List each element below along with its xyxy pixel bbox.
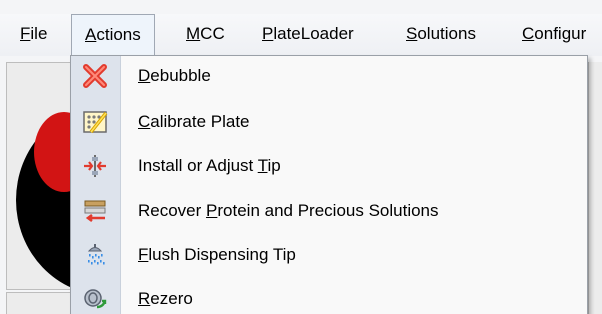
menu-mcc-mnemonic: M — [186, 24, 201, 43]
menu-item-calibrate-plate[interactable]: Calibrate Plate — [71, 103, 587, 141]
menu-file-label: ile — [30, 24, 48, 43]
menu-file[interactable]: File — [20, 14, 47, 54]
label-pre: Install or Adjust — [138, 156, 258, 175]
menu-file-mnemonic: F — [20, 24, 31, 43]
label-post: ebubble — [150, 66, 211, 85]
menu-plateloader[interactable]: PlateLoader — [262, 14, 354, 54]
menu-item-rezero[interactable]: Rezero — [71, 280, 587, 314]
menu-mcc[interactable]: MCC — [186, 14, 225, 54]
label-post: lush Dispensing Tip — [148, 245, 296, 264]
menu-solutions[interactable]: Solutions — [406, 14, 476, 54]
menu-item-calibrate-plate-label: Calibrate Plate — [138, 103, 250, 141]
label-mnemonic: C — [138, 112, 151, 131]
actions-dropdown-menu: Debubble Calibrate Plate Install or Adju… — [70, 55, 588, 314]
menu-item-install-adjust-tip-label: Install or Adjust Tip — [138, 147, 281, 185]
right-panel — [588, 62, 602, 314]
menu-item-debubble-label: Debubble — [138, 57, 211, 95]
menu-item-recover-protein-label: Recover Protein and Precious Solutions — [138, 192, 439, 230]
label-post: ezero — [150, 289, 193, 308]
menu-plateloader-label: lateLoader — [273, 24, 354, 43]
menu-actions-mnemonic: A — [85, 25, 97, 44]
menu-item-flush-dispensing-tip[interactable]: Flush Dispensing Tip — [71, 236, 587, 274]
menu-plateloader-mnemonic: P — [262, 24, 274, 43]
rezero-icon — [81, 285, 109, 313]
left-panel-lower — [6, 292, 76, 314]
adjust-arrows-icon — [81, 152, 109, 180]
label-post: ip — [267, 156, 281, 175]
red-x-icon — [81, 62, 109, 90]
menu-configure-label: onfigur — [534, 24, 587, 43]
menu-mcc-label: CC — [200, 24, 225, 43]
menu-item-debubble[interactable]: Debubble — [71, 57, 587, 95]
menu-item-rezero-label: Rezero — [138, 280, 193, 314]
menu-bar: File Actions MCC PlateLoader Solutions C… — [0, 14, 602, 56]
label-mnemonic: P — [206, 201, 218, 220]
shower-icon — [81, 241, 109, 269]
menu-item-recover-protein[interactable]: Recover Protein and Precious Solutions — [71, 192, 587, 230]
app-window: File Actions MCC PlateLoader Solutions C… — [0, 0, 602, 314]
label-post: rotein and Precious Solutions — [217, 201, 439, 220]
label-pre: Recover — [138, 201, 207, 220]
menu-item-flush-dispensing-tip-label: Flush Dispensing Tip — [138, 236, 296, 274]
menu-solutions-label: olutions — [417, 24, 476, 43]
label-post: alibrate Plate — [150, 112, 250, 131]
menu-actions-label: ctions — [96, 25, 141, 44]
label-mnemonic: T — [257, 156, 268, 175]
menu-solutions-mnemonic: S — [406, 24, 418, 43]
menu-configure-mnemonic: C — [522, 24, 535, 43]
menu-actions[interactable]: Actions — [71, 14, 155, 56]
label-mnemonic: F — [138, 245, 149, 264]
label-mnemonic: R — [138, 289, 151, 308]
menu-configure[interactable]: Configur — [522, 14, 586, 54]
calibrate-grid-icon — [81, 108, 109, 136]
recover-arrow-icon — [81, 197, 109, 225]
menu-item-install-adjust-tip[interactable]: Install or Adjust Tip — [71, 147, 587, 185]
label-mnemonic: D — [138, 66, 151, 85]
